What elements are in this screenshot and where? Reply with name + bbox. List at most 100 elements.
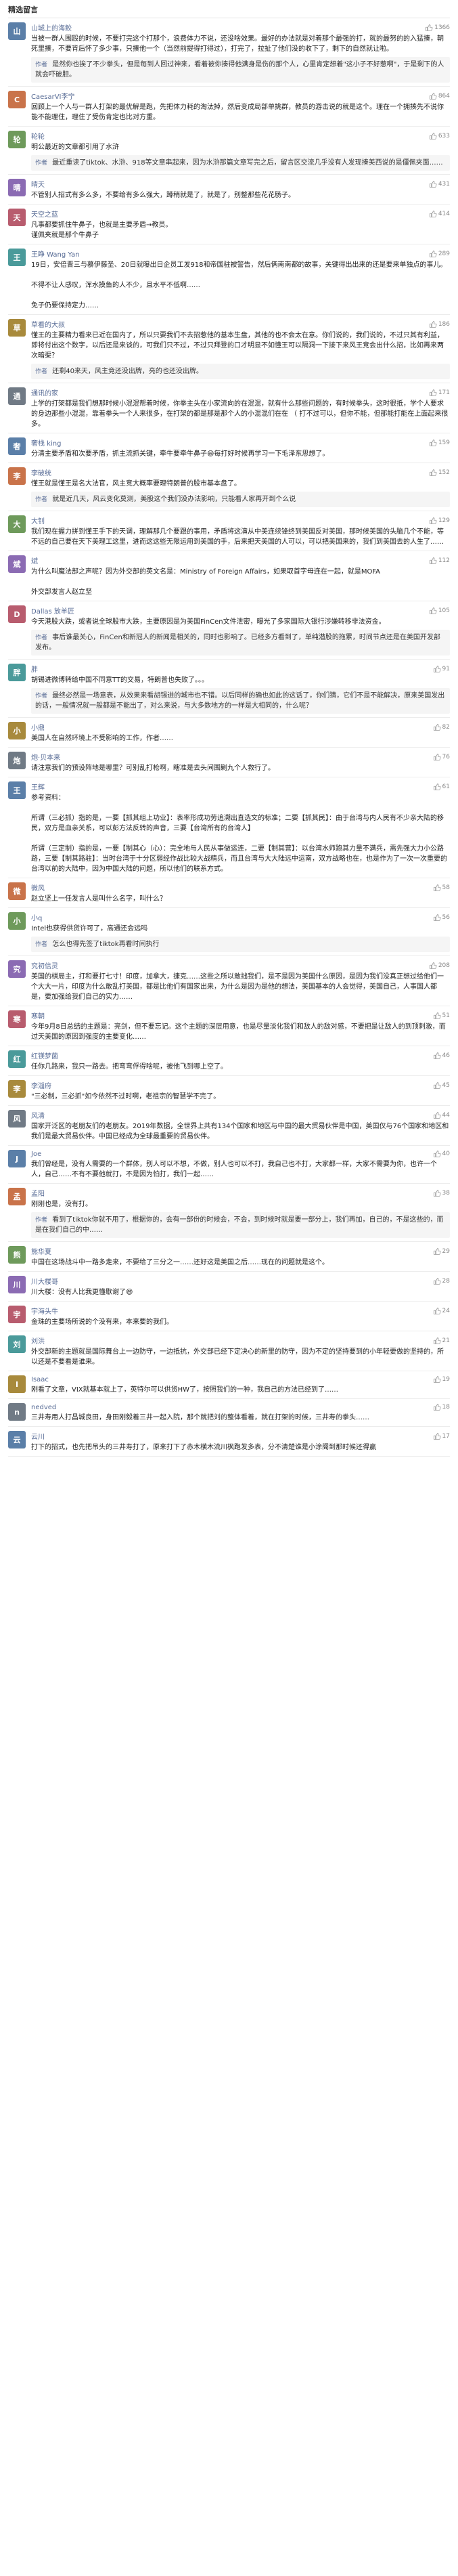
commenter-name[interactable]: Dallas 放羊匠 xyxy=(31,605,74,616)
like-button[interactable]: 171 xyxy=(429,389,450,397)
like-button[interactable]: 51 xyxy=(433,1012,450,1020)
commenter-name[interactable]: 云川 xyxy=(31,1431,45,1441)
avatar[interactable]: 炮 xyxy=(8,752,26,769)
commenter-name[interactable]: 胖 xyxy=(31,664,38,674)
avatar[interactable]: 熊 xyxy=(8,1246,26,1264)
like-button[interactable]: 18 xyxy=(433,1403,450,1411)
commenter-name[interactable]: 王睁 Wang Yan xyxy=(31,249,80,259)
avatar[interactable]: I xyxy=(8,1375,26,1393)
like-button[interactable]: 56 xyxy=(433,914,450,922)
commenter-name[interactable]: 天空之蓝 xyxy=(31,209,58,219)
avatar[interactable]: 小 xyxy=(8,912,26,930)
like-button[interactable]: 58 xyxy=(433,884,450,892)
like-button[interactable]: 82 xyxy=(433,723,450,731)
commenter-name[interactable]: 斌 xyxy=(31,555,38,565)
like-button[interactable]: 29 xyxy=(433,1247,450,1255)
commenter-name[interactable]: 轮轮 xyxy=(31,131,45,141)
like-button[interactable]: 112 xyxy=(429,557,450,565)
commenter-name[interactable]: 奢栈 king xyxy=(31,437,61,448)
commenter-name[interactable]: Isaac xyxy=(31,1376,49,1383)
like-button[interactable]: 76 xyxy=(433,753,450,761)
like-button[interactable]: 21 xyxy=(433,1337,450,1345)
commenter-name[interactable]: 究初信灵 xyxy=(31,960,58,970)
avatar[interactable]: 王 xyxy=(8,249,26,266)
like-button[interactable]: 289 xyxy=(429,250,450,258)
avatar[interactable]: 斌 xyxy=(8,555,26,573)
avatar[interactable]: D xyxy=(8,605,26,623)
avatar[interactable]: 天 xyxy=(8,209,26,226)
like-button[interactable]: 38 xyxy=(433,1189,450,1197)
commenter-name[interactable]: 大钊 xyxy=(31,515,45,525)
avatar[interactable]: 轮 xyxy=(8,131,26,148)
commenter-name[interactable]: 刘洪 xyxy=(31,1335,45,1346)
commenter-name[interactable]: 熊华夏 xyxy=(31,1246,51,1256)
commenter-name[interactable]: 孟阳 xyxy=(31,1188,45,1198)
commenter-name[interactable]: 宇海头牛 xyxy=(31,1306,58,1316)
like-button[interactable]: 208 xyxy=(429,962,450,970)
avatar[interactable]: n xyxy=(8,1403,26,1421)
avatar[interactable]: 云 xyxy=(8,1431,26,1448)
commenter-name[interactable]: 李淄府 xyxy=(31,1080,51,1090)
like-button[interactable]: 45 xyxy=(433,1081,450,1090)
avatar[interactable]: 寒 xyxy=(8,1010,26,1028)
commenter-name[interactable]: 红镁梦菌 xyxy=(31,1050,58,1060)
avatar[interactable]: 王 xyxy=(8,781,26,799)
commenter-name[interactable]: 李破统 xyxy=(31,467,51,477)
like-button[interactable]: 61 xyxy=(433,783,450,791)
avatar[interactable]: 小 xyxy=(8,722,26,739)
avatar[interactable]: J xyxy=(8,1150,26,1167)
commenter-name[interactable]: 晴天 xyxy=(31,179,45,189)
commenter-name[interactable]: 炮·贝本来 xyxy=(31,752,60,762)
like-button[interactable]: 152 xyxy=(429,469,450,477)
commenter-name[interactable]: 草看的大叔 xyxy=(31,319,65,329)
commenter-name[interactable]: 寒朝 xyxy=(31,1010,45,1021)
commenter-name[interactable]: 山城上的海鲛 xyxy=(31,22,72,33)
commenter-name[interactable]: nedved xyxy=(31,1404,56,1411)
avatar[interactable]: 孟 xyxy=(8,1188,26,1205)
avatar[interactable]: 奢 xyxy=(8,437,26,455)
like-button[interactable]: 44 xyxy=(433,1111,450,1119)
commenter-name[interactable]: 小q xyxy=(31,912,42,922)
like-button[interactable]: 159 xyxy=(429,439,450,447)
like-button[interactable]: 129 xyxy=(429,517,450,525)
avatar[interactable]: 李 xyxy=(8,1080,26,1098)
like-button[interactable]: 17 xyxy=(433,1432,450,1440)
like-button[interactable]: 40 xyxy=(433,1150,450,1158)
avatar[interactable]: 通 xyxy=(8,387,26,405)
like-button[interactable]: 28 xyxy=(433,1277,450,1285)
avatar[interactable]: C xyxy=(8,91,26,108)
avatar[interactable]: 风 xyxy=(8,1110,26,1128)
avatar[interactable]: 究 xyxy=(8,960,26,978)
avatar[interactable]: 大 xyxy=(8,515,26,533)
commenter-name[interactable]: 小鼎 xyxy=(31,722,45,732)
commenter-name[interactable]: 风清 xyxy=(31,1110,45,1120)
commenter-name[interactable]: 川大楼哥 xyxy=(31,1276,58,1286)
like-button[interactable]: 91 xyxy=(433,665,450,673)
comment-text: 19日，安倍晋三与慕伊藤圣、20日就曝出日企员工发918和帝国驻被警告，然后俩南… xyxy=(31,261,447,309)
avatar[interactable]: 红 xyxy=(8,1050,26,1068)
like-button[interactable]: 105 xyxy=(429,607,450,615)
avatar[interactable]: 宇 xyxy=(8,1306,26,1323)
avatar[interactable]: 晴 xyxy=(8,179,26,196)
commenter-name[interactable]: 王辉 xyxy=(31,781,45,792)
avatar[interactable]: 川 xyxy=(8,1276,26,1293)
commenter-name[interactable]: Joe xyxy=(31,1151,41,1158)
like-button[interactable]: 414 xyxy=(429,210,450,218)
avatar[interactable]: 微 xyxy=(8,882,26,900)
like-button[interactable]: 864 xyxy=(429,92,450,100)
avatar[interactable]: 胖 xyxy=(8,664,26,681)
commenter-name[interactable]: CaesarVI李宁 xyxy=(31,91,75,101)
commenter-name[interactable]: 微风 xyxy=(31,882,45,893)
like-button[interactable]: 1366 xyxy=(425,24,450,32)
avatar[interactable]: 李 xyxy=(8,467,26,485)
like-button[interactable]: 633 xyxy=(429,132,450,140)
like-button[interactable]: 19 xyxy=(433,1375,450,1383)
avatar[interactable]: 草 xyxy=(8,319,26,337)
like-button[interactable]: 24 xyxy=(433,1307,450,1315)
commenter-name[interactable]: 通讯的家 xyxy=(31,387,58,398)
like-button[interactable]: 431 xyxy=(429,180,450,188)
like-button[interactable]: 46 xyxy=(433,1052,450,1060)
avatar[interactable]: 刘 xyxy=(8,1335,26,1353)
like-button[interactable]: 186 xyxy=(429,320,450,328)
avatar[interactable]: 山 xyxy=(8,22,26,40)
